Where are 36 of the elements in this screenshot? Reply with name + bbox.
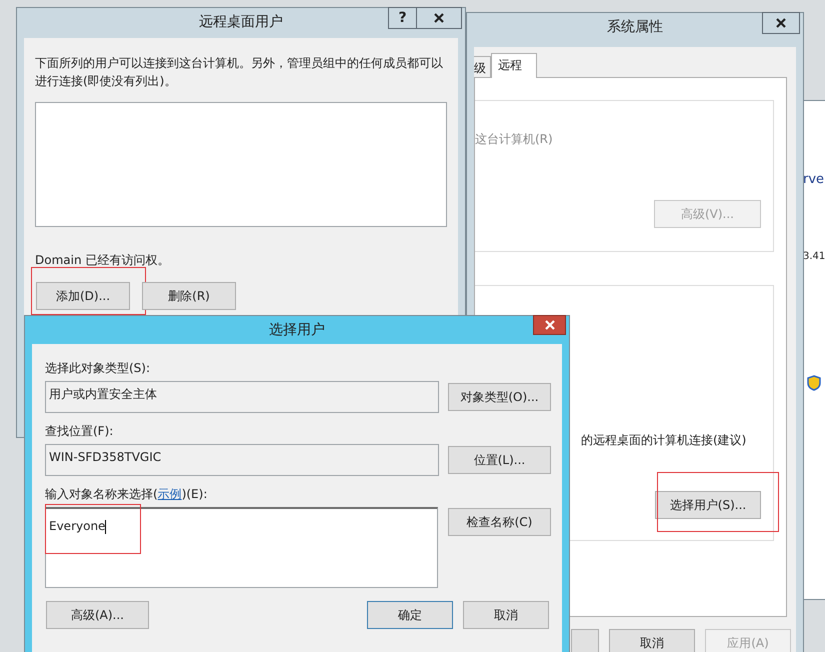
close-icon xyxy=(776,18,786,28)
tab[interactable]: 级 xyxy=(474,56,491,78)
description-text: 下面所列的用户可以连接到这台计算机。另外，管理员组中的任何成员都可以进行连接(即使没有列出)。 xyxy=(35,55,444,90)
close-button[interactable] xyxy=(533,315,566,335)
radio-label: 的远程桌面的计算机连接(建议) xyxy=(581,432,746,449)
cancel-button[interactable]: 取消 xyxy=(609,629,695,652)
ok-button[interactable]: 确定 xyxy=(367,601,453,629)
tab[interactable]: 远程 xyxy=(491,53,537,78)
close-icon xyxy=(434,13,444,23)
read-only-field: WIN-SFD358TVGIC xyxy=(45,444,439,476)
window-text: rve xyxy=(803,171,825,188)
select-users-button[interactable]: 选择用户(S)... xyxy=(655,491,761,519)
close-button[interactable] xyxy=(762,12,800,34)
access-status-text: Domain 已经有访问权。 xyxy=(35,252,170,269)
add-button[interactable]: 添加(D)... xyxy=(36,282,130,310)
object-names-field[interactable]: Everyone xyxy=(45,507,438,588)
shield-icon xyxy=(807,375,821,391)
window-text: 3.41 xyxy=(803,250,825,264)
examples-link[interactable]: 示例 xyxy=(158,487,182,501)
remove-button[interactable]: 删除(R) xyxy=(142,282,236,310)
checkbox-label: 这台计算机(R) xyxy=(475,131,553,148)
window-title: 选择用户 xyxy=(268,321,326,340)
read-only-field: 用户或内置安全主体 xyxy=(45,381,439,413)
advanced-button[interactable]: 高级(A)... xyxy=(46,601,149,629)
window-title: 系统属性 xyxy=(606,18,664,37)
window-title: 远程桌面用户 xyxy=(198,13,284,32)
field-label: 查找位置(F): xyxy=(45,423,114,440)
field-label: 输入对象名称来选择(示例)(E): xyxy=(45,486,208,503)
close-icon xyxy=(544,320,554,330)
cancel-button[interactable]: 取消 xyxy=(463,601,549,629)
help-button[interactable]: ? xyxy=(388,7,417,29)
object-types-button[interactable]: 对象类型(O)... xyxy=(448,383,551,411)
check-names-button[interactable]: 检查名称(C) xyxy=(448,508,551,536)
close-button[interactable] xyxy=(416,7,462,29)
locations-button[interactable]: 位置(L)... xyxy=(448,446,551,474)
field-label: 选择此对象类型(S): xyxy=(45,360,152,377)
